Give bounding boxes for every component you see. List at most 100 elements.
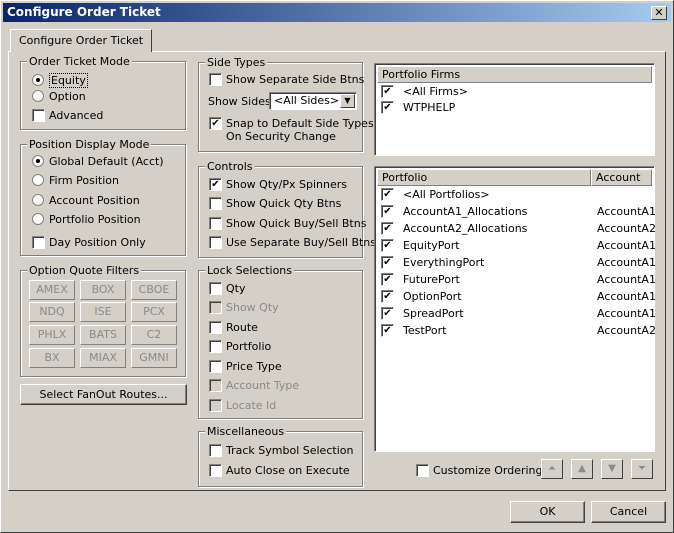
move-to-bottom-icon[interactable]: ⏷	[631, 459, 653, 479]
account-column-header[interactable]: Account	[591, 169, 652, 186]
filter-bats-button[interactable]: BATS	[80, 325, 126, 345]
account-name: AccountA1	[597, 290, 656, 303]
checkbox-icon[interactable]: ✔	[381, 101, 394, 114]
show-sides-select[interactable]: <All Sides> ▼	[269, 92, 357, 110]
checkbox-label: Show Quick Qty Btns	[226, 196, 342, 210]
show-separate-side-btns-checkbox[interactable]: Show Separate Side Btns	[209, 71, 364, 87]
checkbox-label: Advanced	[49, 108, 104, 122]
checkbox-label: Customize Ordering	[433, 463, 543, 477]
select-fanout-routes-button[interactable]: Select FanOut Routes...	[20, 384, 187, 405]
portfolio-firms-list[interactable]: Portfolio Firms ✔ <All Firms> ✔ WTPHELP	[374, 63, 655, 156]
account-name: AccountA2	[597, 324, 656, 337]
checkbox-icon[interactable]: ✔	[381, 273, 394, 286]
lock-route-checkbox[interactable]: Route	[209, 319, 258, 335]
move-to-top-icon[interactable]: ⏶	[541, 459, 563, 479]
checkbox-icon	[209, 398, 222, 412]
checkbox-icon[interactable]: ✔	[381, 85, 394, 98]
close-icon[interactable]: ✕	[651, 6, 667, 20]
filter-bx-button[interactable]: BX	[29, 348, 75, 368]
account-name: AccountA2	[597, 222, 656, 235]
table-row[interactable]: ✔ EquityPort AccountA1	[381, 237, 656, 254]
group-legend: Controls	[205, 160, 255, 173]
filter-ise-button[interactable]: ISE	[80, 302, 126, 322]
radio-icon	[32, 194, 44, 206]
lock-portfolio-checkbox[interactable]: Portfolio	[209, 338, 271, 354]
global-default-radio[interactable]: Global Default (Acct)	[32, 153, 164, 169]
table-row[interactable]: ✔ EverythingPort AccountA1	[381, 254, 656, 271]
table-row[interactable]: ✔ OptionPort AccountA1	[381, 288, 656, 305]
checkbox-icon[interactable]: ✔	[381, 256, 394, 269]
lock-price-type-checkbox[interactable]: Price Type	[209, 358, 282, 374]
account-position-radio[interactable]: Account Position	[32, 192, 140, 208]
move-up-icon[interactable]: ▲	[571, 459, 593, 479]
filter-cboe-button[interactable]: CBOE	[131, 280, 177, 300]
option-radio[interactable]: Option	[32, 88, 86, 104]
show-qty-px-spinners-checkbox[interactable]: ✔ Show Qty/Px Spinners	[209, 176, 347, 192]
snap-to-default-side-types-checkbox[interactable]: ✔ Snap to Default Side Types On Security…	[209, 117, 374, 145]
portfolio-position-radio[interactable]: Portfolio Position	[32, 211, 141, 227]
table-row[interactable]: ✔ TestPort AccountA2	[381, 322, 656, 339]
checkbox-icon[interactable]: ✔	[381, 307, 394, 320]
checkbox-icon[interactable]: ✔	[381, 188, 394, 201]
customize-ordering-checkbox[interactable]: Customize Ordering	[416, 462, 543, 478]
lock-qty-checkbox[interactable]: Qty	[209, 280, 245, 296]
list-item[interactable]: ✔ <All Firms>	[381, 83, 468, 100]
checkbox-label: Price Type	[226, 359, 282, 373]
filter-pcx-button[interactable]: PCX	[131, 302, 177, 322]
filter-box-button[interactable]: BOX	[80, 280, 126, 300]
group-legend: Order Ticket Mode	[27, 55, 132, 68]
firm-position-radio[interactable]: Firm Position	[32, 172, 119, 188]
radio-icon	[32, 213, 44, 225]
track-symbol-selection-checkbox[interactable]: Track Symbol Selection	[209, 442, 353, 458]
account-name: AccountA1	[597, 205, 656, 218]
table-row[interactable]: ✔ AccountA2_Allocations AccountA2	[381, 220, 656, 237]
portfolio-column-header[interactable]: Portfolio	[377, 169, 591, 186]
checkbox-icon[interactable]: ✔	[381, 205, 394, 218]
filter-c2-button[interactable]: C2	[131, 325, 177, 345]
group-legend: Option Quote Filters	[27, 264, 142, 277]
equity-radio[interactable]: Equity	[32, 72, 88, 88]
checkbox-icon	[32, 108, 45, 122]
chevron-down-icon[interactable]: ▼	[340, 94, 355, 108]
advanced-checkbox[interactable]: Advanced	[32, 107, 103, 123]
checkbox-label: Locate Id	[226, 398, 277, 412]
lock-show-qty-checkbox: Show Qty	[209, 299, 279, 315]
use-separate-buy-sell-btns-checkbox[interactable]: Use Separate Buy/Sell Btns	[209, 234, 376, 250]
checkbox-icon[interactable]: ✔	[381, 290, 394, 303]
checkbox-label: Account Type	[226, 378, 300, 392]
checkbox-label: Show Separate Side Btns	[226, 72, 365, 86]
checkbox-icon[interactable]: ✔	[381, 239, 394, 252]
filter-amex-button[interactable]: AMEX	[29, 280, 75, 300]
filter-ndq-button[interactable]: NDQ	[29, 302, 75, 322]
title-bar: Configure Order Ticket ✕	[3, 3, 671, 22]
checkbox-label: Auto Close on Execute	[226, 463, 350, 477]
tab-configure-order-ticket[interactable]: Configure Order Ticket	[10, 29, 153, 52]
checkbox-icon	[209, 216, 222, 230]
checkbox-icon[interactable]: ✔	[381, 222, 394, 235]
table-row[interactable]: ✔ SpreadPort AccountA1	[381, 305, 656, 322]
checkbox-icon: ✔	[209, 117, 222, 130]
show-quick-buy-sell-btns-checkbox[interactable]: Show Quick Buy/Sell Btns	[209, 215, 366, 231]
table-row[interactable]: ✔ AccountA1_Allocations AccountA1	[381, 203, 656, 220]
table-row[interactable]: ✔ FuturePort AccountA1	[381, 271, 656, 288]
account-name: AccountA1	[597, 256, 656, 269]
ok-button[interactable]: OK	[510, 501, 585, 523]
account-name: AccountA1	[597, 273, 656, 286]
portfolio-list[interactable]: Portfolio Account ✔ <All Portfolios> ✔ A…	[374, 166, 656, 452]
checkbox-icon[interactable]: ✔	[381, 324, 394, 337]
filter-phlx-button[interactable]: PHLX	[29, 325, 75, 345]
checkbox-label: Snap to Default Side Types On Security C…	[226, 117, 374, 143]
filter-miax-button[interactable]: MIAX	[80, 348, 126, 368]
filter-gmni-button[interactable]: GMNI	[131, 348, 177, 368]
checkbox-icon	[209, 443, 222, 457]
show-sides-label: Show Sides	[208, 94, 271, 108]
list-item[interactable]: ✔ WTPHELP	[381, 99, 455, 116]
cancel-button[interactable]: Cancel	[591, 501, 666, 523]
move-down-icon[interactable]: ▼	[601, 459, 623, 479]
auto-close-on-execute-checkbox[interactable]: Auto Close on Execute	[209, 462, 350, 478]
checkbox-icon	[209, 235, 222, 249]
table-row[interactable]: ✔ <All Portfolios>	[381, 186, 490, 203]
day-position-only-checkbox[interactable]: Day Position Only	[32, 234, 146, 250]
portfolio-name: TestPort	[403, 324, 447, 337]
show-quick-qty-btns-checkbox[interactable]: Show Quick Qty Btns	[209, 195, 341, 211]
